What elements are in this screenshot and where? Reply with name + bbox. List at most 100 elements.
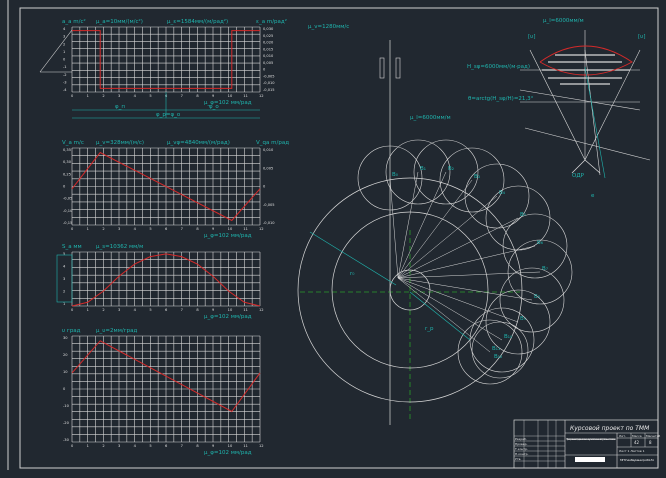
y-tick-label: -20 [63,421,70,425]
org-label: МГТУ им.Баумана гр.АК1-51 [620,458,654,462]
y-tick-label: 2 [63,42,65,46]
x-scale-label: μ_φ=102 мм/рад [204,233,252,239]
x-tick-label: 8 [196,227,199,231]
right-tick-label: 0,005 [263,166,273,170]
row-label-norm-control: Н.контр. [515,452,528,456]
y-tick-label: 4 [63,265,66,269]
x-tick-label: 7 [181,94,183,98]
x-scale-label: μ_φ=102 мм/рад [204,314,252,320]
angle-mark-right: [υ] [638,34,645,40]
x-tick-label: 3 [118,308,120,312]
x-tick-label: 12 [259,94,264,98]
y-tick-label: 0 [63,58,66,62]
x-tick-label: 4 [134,308,137,312]
x-tick-label: 5 [149,94,151,98]
ray-line [397,277,503,341]
point-label: B₉ [520,316,526,322]
redacted-name [575,457,605,462]
y-axis-label: V_a m/c [62,140,84,146]
y-tick-label: -2 [63,73,67,77]
x-tick-label: 0 [71,444,74,448]
col-mass: Масса [632,434,642,438]
ray-line [397,195,498,279]
x-tick-label: 8 [196,444,199,448]
x-tick-label: 10 [228,444,233,448]
row-label-developer: Разраб. [515,437,527,441]
y-scale-label: μ_s=10362 мм/м [96,244,143,250]
right-axis-label: V_qa m/рад [256,140,289,146]
cad-drawing: 012345678910111243210-1-2-3-40,0300,0250… [7,0,660,470]
x-tick-label: 9 [212,227,215,231]
x-tick-label: 4 [134,444,137,448]
y-tick-label: 4 [63,27,66,31]
dim-phi-r: φ_р=φ_о [156,112,181,118]
x-tick-label: 5 [149,227,151,231]
x-tick-label: 12 [259,227,264,231]
y-scale-label: μ_v=328мм/(м/с) [96,140,144,146]
scale-triangle-line [39,29,73,73]
y-tick-label: 10 [63,370,68,374]
x-tick-label: 6 [165,444,168,448]
y-tick-label: 1 [63,302,65,306]
r0-label: r₀ [350,271,355,277]
right-tick-label: -0,015 [263,88,275,92]
y-tick-label: 3 [63,35,65,39]
mu-top-label: μ_l=6000мм/м [543,18,584,24]
y-tick-label: -0,05 [63,197,72,201]
x-tick-label: 12 [259,444,264,448]
e-label: e [591,193,595,199]
x-tick-label: 1 [87,444,89,448]
theta-label: θ=arctg(H_sφ/H)=21,3° [468,96,534,102]
x-tick-label: 3 [118,444,120,448]
y-tick-label: 0 [63,185,66,189]
row-label-approved: Утв. [515,457,521,461]
point-label: B₁ [420,166,426,172]
x-tick-label: 12 [259,308,264,312]
guide-left [379,57,385,79]
y-tick-label: 20 [63,353,68,357]
right-tick-label: -0,005 [263,203,275,207]
y-axis-label: a_a m/c² [62,18,86,25]
y-tick-label: 30 [63,336,68,340]
x-tick-label: 7 [181,444,183,448]
point-label: B₆ [537,240,544,246]
x-tick-label: 8 [196,94,199,98]
x-tick-label: 5 [149,444,151,448]
ray-line [397,217,519,279]
x-tick-label: 10 [228,308,233,312]
x-tick-label: 10 [228,94,233,98]
mu-sq-label: H_sφ=6000мм/(м·рад) [467,64,530,70]
x-tick-label: 0 [71,94,74,98]
angle-mark-left: [υ] [528,34,535,40]
y-tick-label: 0,25 [63,172,71,176]
right-tick-label: 0,030 [263,27,274,31]
x-tick-label: 3 [118,227,120,231]
point-label: B₄ [499,190,506,196]
guide-right [395,57,401,79]
x-tick-label: 4 [134,227,137,231]
point-label-b12: B₁₂ [494,354,502,360]
x-tick-label: 2 [102,227,104,231]
sheet-label: Лист 1 Листов 1 [619,449,645,453]
point-label: B₂ [448,166,454,172]
point-label: B₁₀ [504,334,513,340]
construction-line [584,49,601,176]
col-scale: Масштаб [646,434,660,438]
right-tick-label: 0,010 [263,54,274,58]
y-scale-label: μ_υ=2мм/град [96,328,137,334]
x-tick-label: 11 [243,444,248,448]
ray-line [397,171,419,279]
v-scale-label: μ_v=1280мм/с [308,24,349,30]
graph-displacement: 0 1 2 3 4 5 6 7 8 9 10 11 1254321S_a мм μ_s=10362 мм/… [62,244,264,320]
link-left [571,159,586,174]
y-tick-label: 0,30 [63,160,72,164]
x-tick-label: 9 [212,94,215,98]
odr-label: ОДР [572,173,585,179]
right-tick-label: 0,015 [263,47,273,51]
rp-label: r_р [425,326,434,332]
graph-acceleration: 012345678910111243210-1-2-3-40,0300,0250… [62,18,287,119]
y-tick-label: 1 [63,50,65,54]
right-tick-label: 0,025 [263,34,273,38]
x-tick-label: 0 [71,308,74,312]
x-tick-label: 2 [102,94,104,98]
